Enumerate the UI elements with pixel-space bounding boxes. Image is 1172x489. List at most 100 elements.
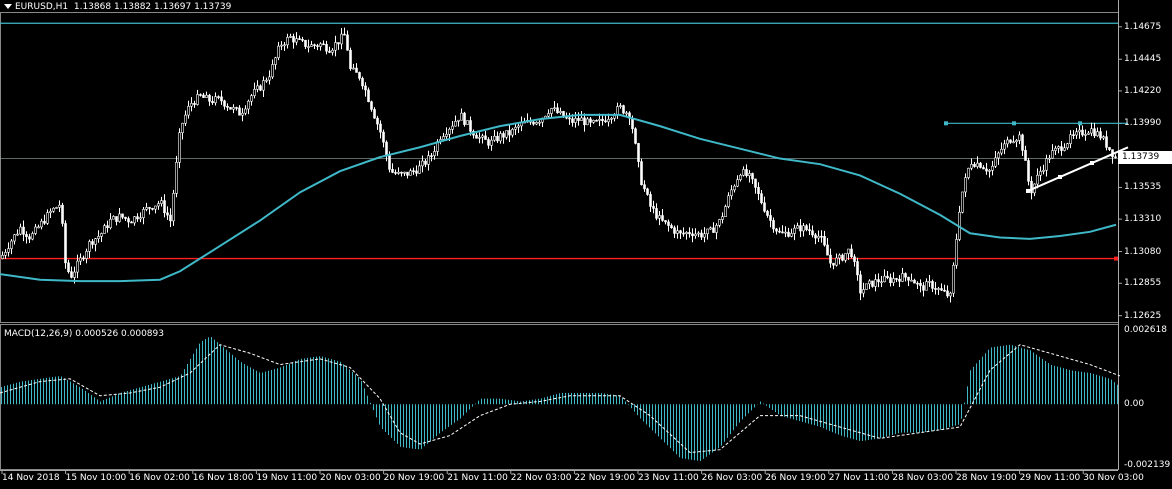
candle-body [232, 107, 235, 110]
candle-body [838, 254, 841, 259]
candle-body [244, 108, 247, 114]
trendline[interactable] [1026, 146, 1129, 193]
candle-body [550, 108, 553, 114]
candle-body [322, 43, 325, 46]
candle-body [136, 216, 139, 220]
candle-body [1006, 139, 1009, 145]
chart-canvas[interactable] [0, 0, 1172, 489]
candle-body [100, 233, 103, 237]
candle-body [358, 72, 361, 79]
candle-body [892, 278, 895, 284]
candle-body [685, 232, 688, 235]
candle-body [661, 215, 664, 221]
candle-body [1057, 146, 1060, 149]
candle-body [676, 230, 679, 234]
candle-body [1093, 128, 1096, 137]
candle-body [352, 67, 355, 70]
price-tick-label: 1.13990 [1124, 118, 1162, 129]
candle-body [25, 234, 28, 238]
candle-body [751, 173, 754, 180]
candle-body [820, 235, 823, 238]
candle-body [1078, 129, 1081, 133]
candle-body [451, 125, 454, 130]
candle-body [805, 225, 808, 230]
candle-body [664, 220, 667, 223]
price-tick-label: 1.14220 [1124, 85, 1162, 96]
time-tick-label: 22 Nov 19:00 [574, 473, 636, 483]
candle-body [886, 275, 889, 278]
candle-body [241, 112, 244, 116]
candle-body [430, 155, 433, 157]
candle-body [916, 282, 919, 285]
candle-body [349, 49, 352, 69]
dropdown-triangle-icon[interactable] [4, 4, 12, 9]
candle-body [1060, 146, 1063, 151]
candle-body [1108, 147, 1111, 150]
candle-body [148, 207, 151, 209]
candle-body [286, 37, 289, 46]
candle-body [901, 273, 904, 282]
candle-body [646, 188, 649, 195]
candle-body [466, 120, 469, 125]
candle-body [919, 282, 922, 286]
candle-body [76, 260, 79, 273]
candle-body [853, 256, 856, 262]
candle-body [190, 103, 193, 107]
candle-body [772, 220, 775, 230]
candle-body [40, 220, 43, 228]
candle-body [940, 288, 943, 291]
candle-body [433, 151, 436, 157]
candle-body [1072, 134, 1075, 137]
candle-body [202, 94, 205, 98]
candle-body [682, 232, 685, 235]
candle-body [319, 43, 322, 47]
candle-body [739, 174, 742, 180]
candle-body [115, 216, 118, 222]
time-tick-label: 21 Nov 11:00 [447, 473, 508, 483]
candle-body [196, 94, 199, 105]
candle-body [535, 122, 538, 125]
chart-frame [0, 0, 1122, 474]
candle-body [235, 107, 238, 109]
candle-body [895, 278, 898, 280]
candle-body [934, 288, 937, 290]
candle-body [553, 107, 556, 110]
moving-average-line [0, 113, 1117, 283]
candle-body [583, 117, 586, 126]
candle-body [67, 262, 70, 272]
macd-tick-label: 0.00 [1124, 399, 1145, 410]
candle-body [247, 100, 250, 110]
symbol-info: EURUSD,H1 1.13868 1.13882 1.13697 1.1373… [4, 2, 231, 13]
candle-body [670, 225, 673, 229]
candle-body [1048, 157, 1051, 160]
candle-body [193, 103, 196, 105]
candle-body [985, 168, 988, 172]
candle-body [13, 234, 16, 242]
candle-body [28, 236, 31, 240]
candle-body [577, 118, 580, 121]
candle-body [973, 164, 976, 167]
candle-body [649, 194, 652, 207]
candle-body [811, 230, 814, 236]
candle-body [31, 233, 34, 240]
candle-body [340, 33, 343, 45]
candle-body [34, 226, 37, 234]
candle-body [166, 212, 169, 216]
time-tick-label: 26 Nov 03:00 [701, 473, 763, 483]
candle-body [172, 193, 175, 222]
candle-body [124, 216, 127, 219]
candle-body [379, 123, 382, 133]
candle-body [1069, 134, 1072, 145]
candle-body [505, 130, 508, 138]
candle-body [421, 160, 424, 167]
macd-tick-label: 0.002618 [1124, 325, 1167, 335]
candle-body [1015, 140, 1018, 143]
candle-body [931, 281, 934, 289]
candle-body [718, 219, 721, 226]
time-tick-label: 16 Nov 18:00 [192, 473, 254, 483]
candle-body [1075, 131, 1078, 136]
candle-body [304, 39, 307, 47]
candle-body [625, 112, 628, 115]
candle-body [619, 105, 622, 107]
candle-body [403, 171, 406, 174]
